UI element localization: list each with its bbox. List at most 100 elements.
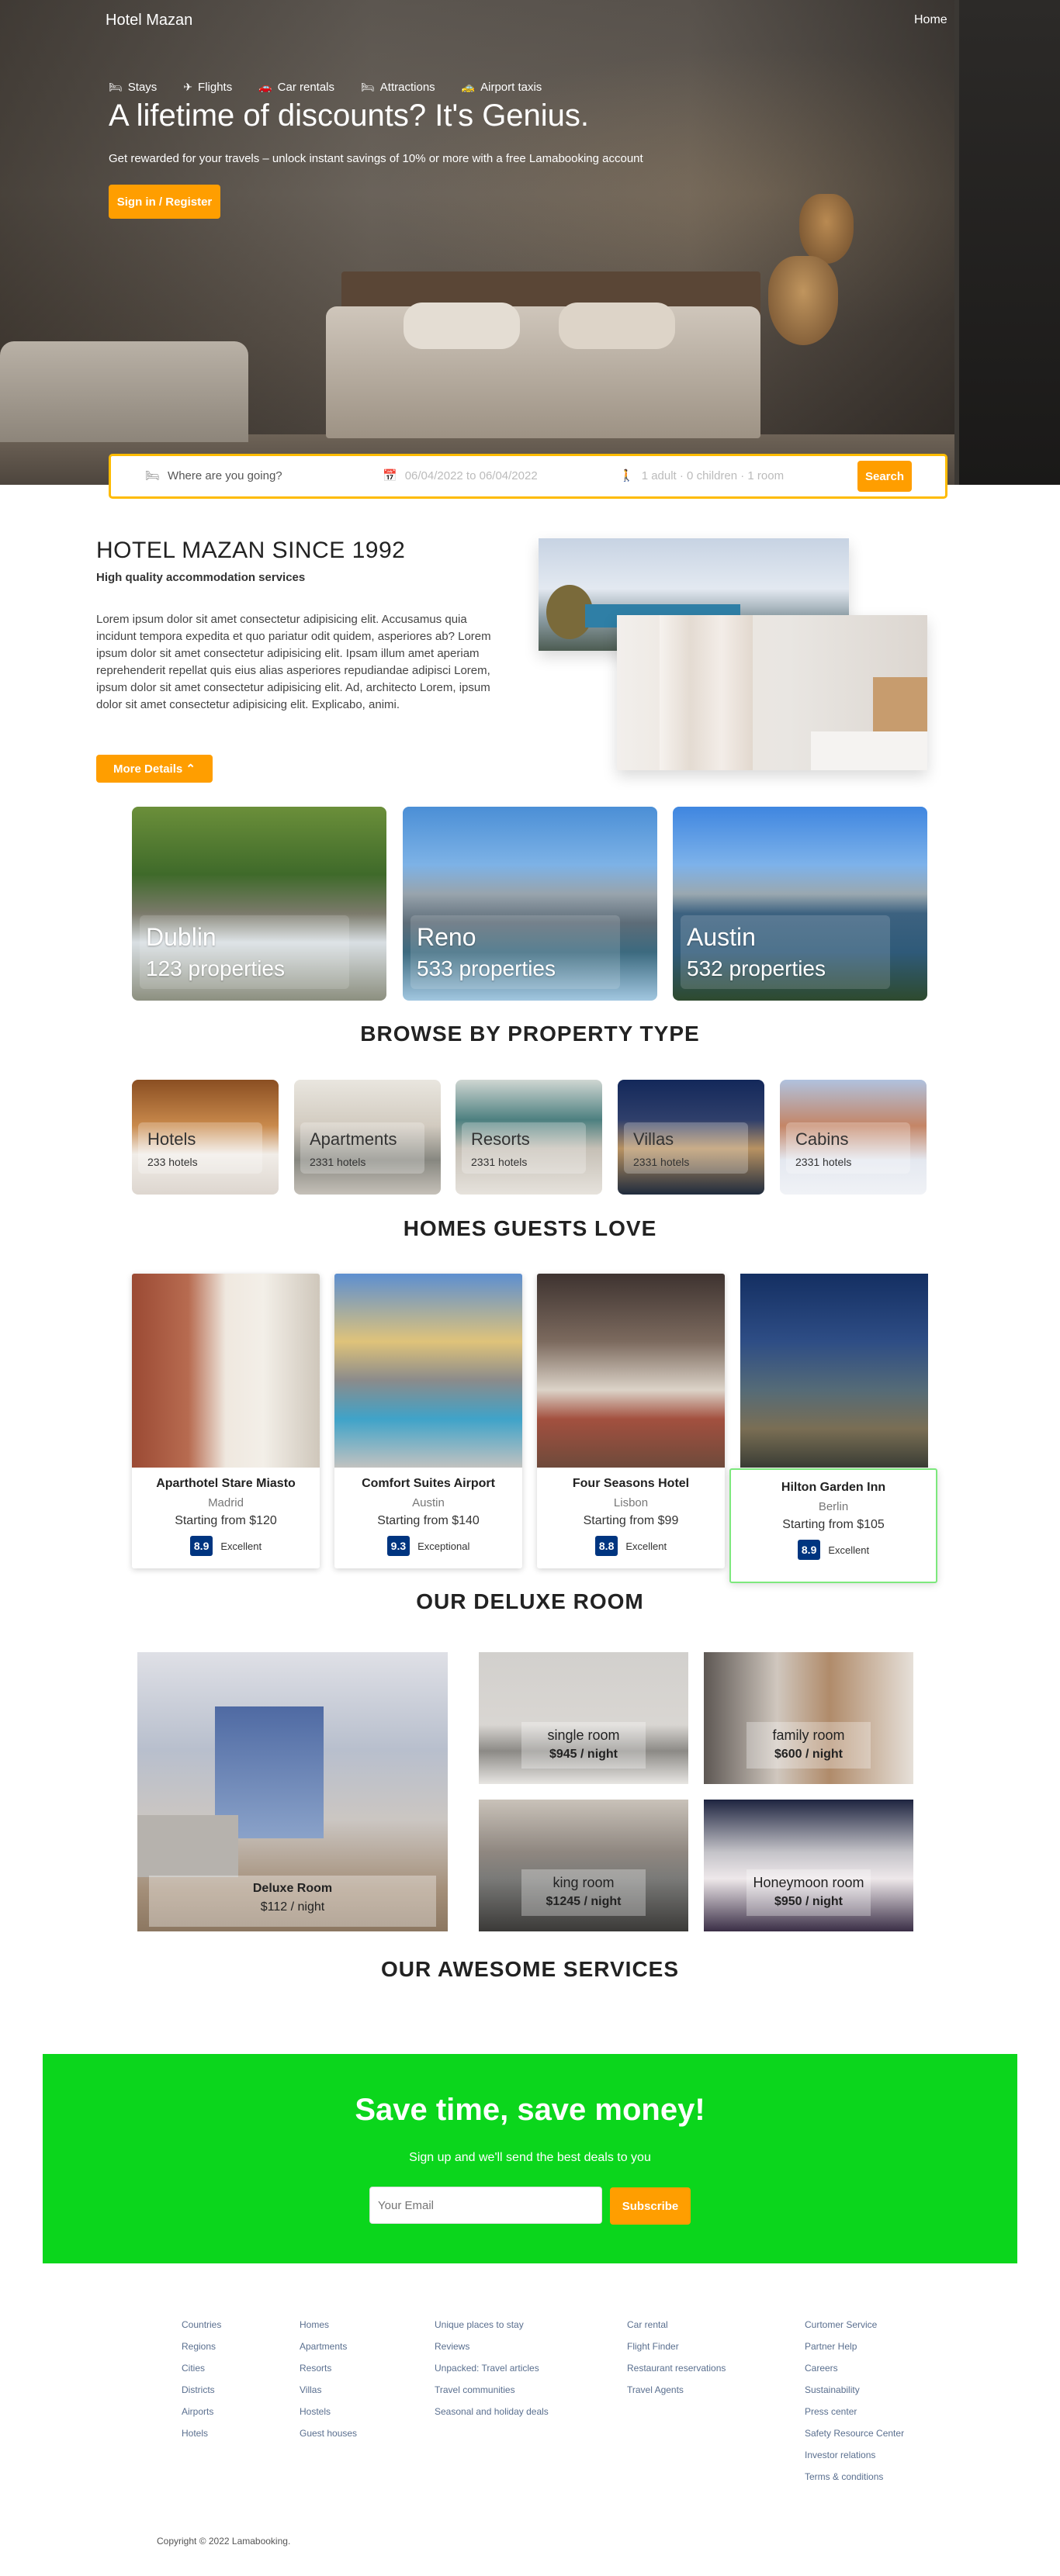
property-type-name: Apartments [310,1129,397,1149]
footer-link[interactable]: Airports [182,2401,221,2422]
deluxe-section-title: OUR DELUXE ROOM [416,1589,644,1613]
footer-link[interactable]: Sustainability [805,2379,904,2401]
email-input[interactable] [369,2187,602,2224]
footer-link[interactable]: Cities [182,2357,221,2379]
footer-link[interactable]: Flight Finder [627,2336,726,2357]
tab-airport-taxis[interactable]: 🚕 Airport taxis [462,81,542,94]
property-type-hotels[interactable]: Hotels 233 hotels [132,1080,279,1195]
footer-link[interactable]: Curtomer Service [805,2314,904,2336]
tab-stays[interactable]: 🛏 Stays [109,81,157,94]
footer-link[interactable]: Homes [300,2314,357,2336]
room-card-family[interactable]: family room $600 / night [704,1652,913,1784]
property-type-apartments[interactable]: Apartments 2331 hotels [294,1080,441,1195]
footer-link[interactable]: Press center [805,2401,904,2422]
tab-label: Flights [198,81,233,94]
property-type-resorts[interactable]: Resorts 2331 hotels [456,1080,602,1195]
property-type-count: 2331 hotels [310,1156,366,1168]
footer-link[interactable]: Car rental [627,2314,726,2336]
city-card-austin[interactable]: Austin 532 properties [673,807,927,1001]
hero-lamp [799,194,854,264]
room-card-single[interactable]: single room $945 / night [479,1652,688,1784]
more-details-button[interactable]: More Details ⌃ [96,755,213,783]
home-image[interactable] [740,1274,928,1468]
footer-link[interactable]: Regions [182,2336,221,2357]
tab-flights[interactable]: ✈ Flights [183,81,232,94]
guests-field[interactable]: 🚶 1 adult · 0 children · 1 room [619,469,784,483]
home-name: Aparthotel Stare Miasto [156,1477,296,1490]
top-navbar: Hotel Mazan Home [0,0,1060,47]
footer-link[interactable]: Unique places to stay [435,2314,549,2336]
property-type-count: 2331 hotels [795,1156,852,1168]
room-price: $1245 / night [546,1895,622,1908]
rating-score: 8.9 [189,1536,213,1556]
home-card-hovered[interactable]: Hilton Garden Inn Berlin Starting from $… [729,1468,937,1583]
city-card-dublin[interactable]: Dublin 123 properties [132,807,386,1001]
footer-column: Unique places to stay Reviews Unpacked: … [435,2314,549,2422]
footer-link[interactable]: Reviews [435,2336,549,2357]
home-card[interactable]: Four Seasons Hotel Lisbon Starting from … [537,1274,725,1568]
destination-input[interactable]: Where are you going? [168,469,282,482]
footer-link[interactable]: Hotels [182,2422,221,2444]
hero-bed [326,306,760,438]
property-type-count: 233 hotels [147,1156,198,1168]
tab-label: Attractions [379,81,435,94]
nav-home-link[interactable]: Home [914,13,947,27]
search-button[interactable]: Search [857,461,912,492]
city-card-reno[interactable]: Reno 533 properties [403,807,657,1001]
tab-label: Car rentals [277,81,335,94]
room-price: $945 / night [549,1748,618,1761]
tab-attractions[interactable]: 🛏 Attractions [361,81,435,94]
about-title: HOTEL MAZAN SINCE 1992 [96,538,406,563]
room-name: single room [547,1727,620,1743]
footer-link[interactable]: Careers [805,2357,904,2379]
home-city: Austin [412,1496,445,1509]
home-image [334,1274,522,1468]
room-price: $950 / night [774,1895,843,1908]
date-range-text[interactable]: 06/04/2022 to 06/04/2022 [405,469,538,482]
footer-link[interactable]: Seasonal and holiday deals [435,2401,549,2422]
rating-score: 8.8 [594,1536,618,1556]
room-price: $600 / night [774,1748,843,1761]
property-type-cabins[interactable]: Cabins 2331 hotels [780,1080,927,1195]
sign-in-register-button[interactable]: Sign in / Register [109,185,220,219]
footer-link[interactable]: Guest houses [300,2422,357,2444]
footer-link[interactable]: Restaurant reservations [627,2357,726,2379]
city-properties: 123 properties [146,956,286,980]
guests-text[interactable]: 1 adult · 0 children · 1 room [642,469,784,482]
footer-link[interactable]: Investor relations [805,2444,904,2466]
brand-logo[interactable]: Hotel Mazan [106,12,192,29]
footer-link[interactable]: Safety Resource Center [805,2422,904,2444]
room-card-honeymoon[interactable]: Honeymoon room $950 / night [704,1800,913,1931]
home-city: Lisbon [613,1496,649,1509]
homes-section-title: HOMES GUESTS LOVE [403,1216,657,1240]
footer-link[interactable]: Districts [182,2379,221,2401]
footer-link[interactable]: Partner Help [805,2336,904,2357]
footer-link[interactable]: Hostels [300,2401,357,2422]
room-card-king[interactable]: king room $1245 / night [479,1800,688,1931]
calendar-icon: 📅 [383,469,397,482]
footer-link[interactable]: Travel communities [435,2379,549,2401]
footer-link[interactable]: Apartments [300,2336,357,2357]
tab-car-rentals[interactable]: 🚗 Car rentals [258,81,334,94]
subscribe-button[interactable]: Subscribe [610,2187,691,2225]
room-price: $112 / night [260,1900,325,1914]
deluxe-room-card[interactable]: Deluxe Room $112 / night [137,1652,448,1931]
hero-window [954,0,1060,485]
footer-link[interactable]: Travel Agents [627,2379,726,2401]
footer-link[interactable]: Terms & conditions [805,2466,904,2488]
city-properties: 533 properties [417,956,556,980]
home-card[interactable]: Aparthotel Stare Miasto Madrid Starting … [132,1274,320,1568]
hero-lamp [768,256,838,345]
footer-link[interactable]: Resorts [300,2357,357,2379]
date-field[interactable]: 📅 06/04/2022 to 06/04/2022 [383,469,538,483]
copyright-text: Copyright © 2022 Lamabooking. [157,2536,291,2547]
home-image [132,1274,320,1468]
plane-icon: ✈ [183,81,193,93]
footer-link[interactable]: Unpacked: Travel articles [435,2357,549,2379]
footer-column: Homes Apartments Resorts Villas Hostels … [300,2314,357,2444]
home-card[interactable]: Comfort Suites Airport Austin Starting f… [334,1274,522,1568]
property-type-villas[interactable]: Villas 2331 hotels [618,1080,764,1195]
destination-field[interactable]: 🛏 Where are you going? [145,469,282,483]
footer-link[interactable]: Countries [182,2314,221,2336]
footer-link[interactable]: Villas [300,2379,357,2401]
